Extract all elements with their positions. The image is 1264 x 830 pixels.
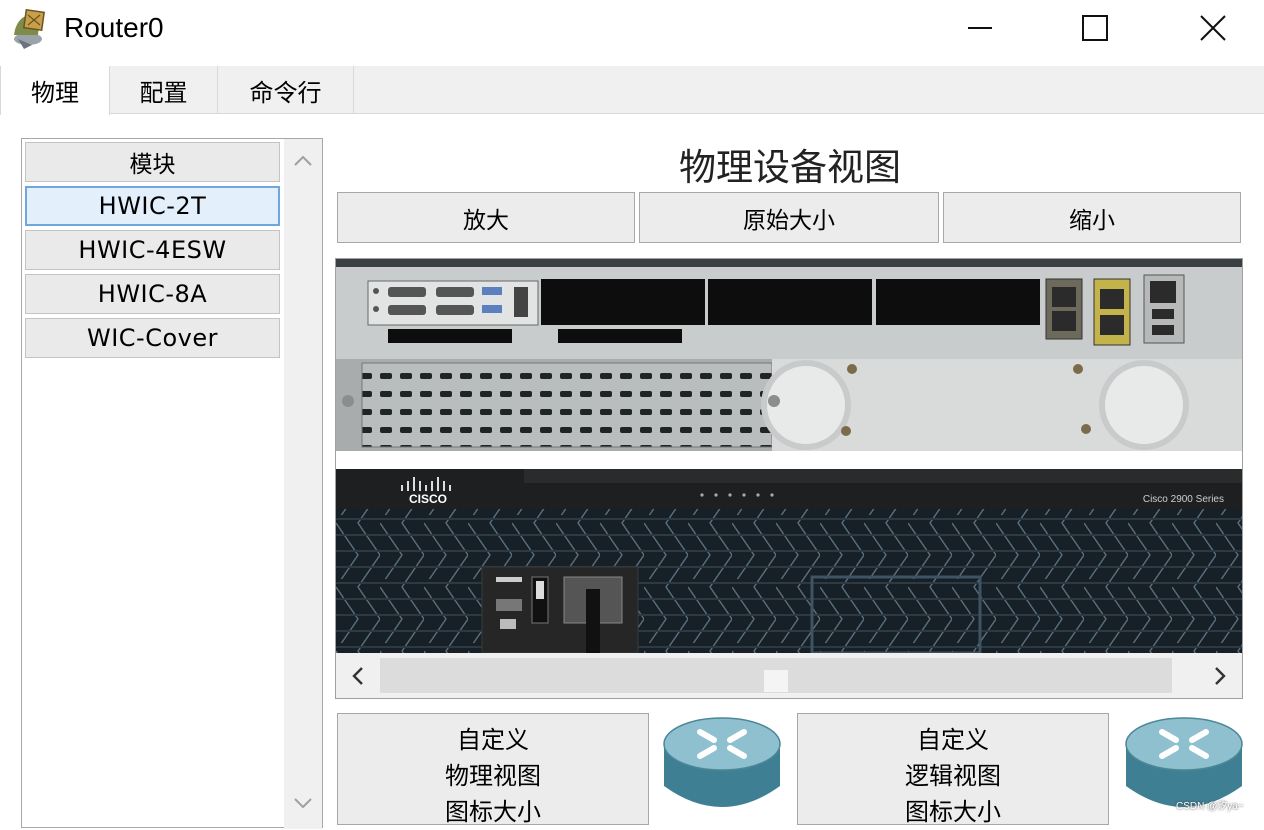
custom-physical-icon-size-button[interactable]: 自定义 物理视图 图标大小: [337, 713, 649, 826]
module-list-header[interactable]: 模块: [25, 142, 280, 182]
module-item-hwic-8a[interactable]: HWIC-8A: [25, 274, 280, 314]
zoom-in-button[interactable]: 放大: [337, 192, 635, 243]
button-line: 自定义: [917, 726, 989, 754]
chevron-right-icon: [1215, 666, 1226, 685]
zoom-out-button[interactable]: 缩小: [943, 192, 1241, 243]
chevron-up-icon: [294, 155, 312, 166]
tab-strip: 物理 配置 命令行: [0, 66, 1264, 115]
scrollbar-thumb[interactable]: [764, 670, 788, 692]
scroll-right-button[interactable]: [1198, 653, 1242, 698]
button-line: 物理视图: [445, 762, 541, 790]
module-item-wic-cover[interactable]: WIC-Cover: [25, 318, 280, 358]
custom-logical-icon-size-button[interactable]: 自定义 逻辑视图 图标大小: [797, 713, 1109, 826]
maximize-icon: [1082, 15, 1108, 41]
minimize-button[interactable]: [950, 6, 1010, 50]
close-icon: [1200, 15, 1226, 41]
window-title: Router0: [64, 12, 164, 43]
tab-physical[interactable]: 物理: [0, 66, 110, 115]
scroll-up-button[interactable]: [284, 141, 322, 181]
device-viewport[interactable]: CISCO Cisco 2900 Series: [335, 258, 1243, 699]
original-size-button[interactable]: 原始大小: [639, 192, 939, 243]
module-item-hwic-4esw[interactable]: HWIC-4ESW: [25, 230, 280, 270]
module-list-scrollbar[interactable]: [284, 139, 322, 829]
hwic-2t-module[interactable]: [367, 280, 539, 326]
chevron-down-icon: [294, 798, 312, 809]
close-button[interactable]: [1183, 6, 1243, 50]
button-line: 逻辑视图: [905, 762, 1001, 790]
tab-cli[interactable]: 命令行: [218, 66, 354, 114]
watermark: CSDN @汐ya~: [1176, 801, 1244, 812]
router-app-icon: [10, 8, 54, 49]
chevron-left-icon: [352, 666, 363, 685]
maximize-button[interactable]: [1065, 6, 1125, 50]
title-bar: Router0: [0, 0, 1264, 62]
power-switch[interactable]: [481, 566, 639, 654]
button-line: 图标大小: [905, 798, 1001, 826]
button-line: 自定义: [457, 726, 529, 754]
router-icon: [663, 717, 781, 807]
router-chassis-image[interactable]: CISCO Cisco 2900 Series: [336, 259, 1242, 655]
minimize-icon: [968, 27, 992, 29]
module-item-hwic-2t[interactable]: HWIC-2T: [25, 186, 280, 226]
tab-config[interactable]: 配置: [110, 66, 218, 114]
series-label: Cisco 2900 Series: [1143, 494, 1224, 505]
button-line: 图标大小: [445, 798, 541, 826]
physical-view-title: 物理设备视图: [679, 146, 901, 189]
viewport-horizontal-scrollbar[interactable]: [336, 653, 1242, 698]
brand-label: CISCO: [409, 492, 447, 506]
module-list: 模块 HWIC-2T HWIC-4ESW HWIC-8A WIC-Cover: [21, 138, 323, 829]
scrollbar-track[interactable]: [380, 658, 1172, 693]
scroll-down-button[interactable]: [284, 783, 322, 823]
scroll-left-button[interactable]: [336, 653, 380, 698]
